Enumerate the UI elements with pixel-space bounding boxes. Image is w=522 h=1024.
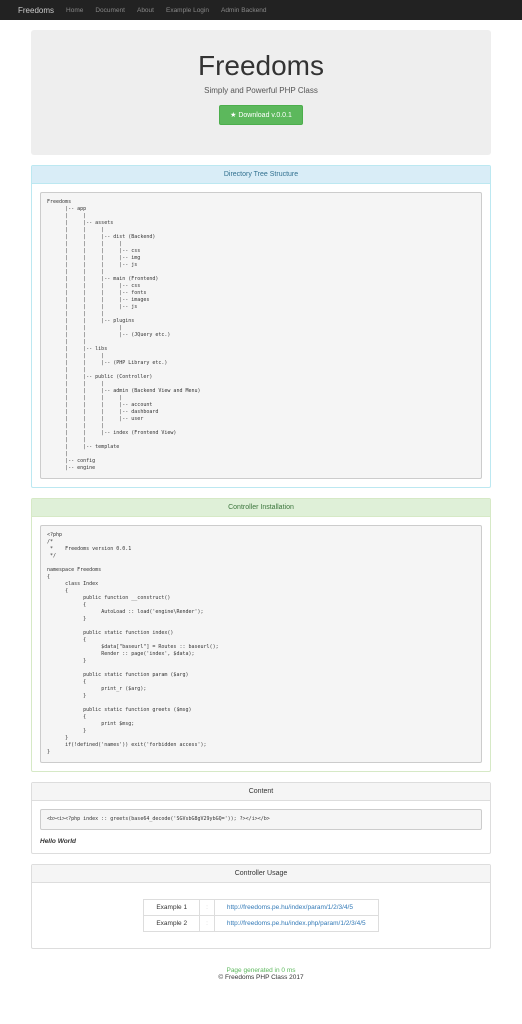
panel-controller-heading: Controller Installation [32, 499, 490, 517]
star-icon: ★ [230, 112, 236, 119]
nav-about[interactable]: About [137, 7, 154, 14]
separator: : [200, 916, 215, 932]
hero: Freedoms Simply and Powerful PHP Class ★… [31, 30, 491, 155]
separator: : [200, 900, 215, 916]
panel-usage-heading: Controller Usage [32, 865, 490, 883]
nav-document[interactable]: Document [95, 7, 125, 14]
table-row: Example 2 : http://freedoms.pe.hu/index.… [144, 916, 378, 932]
usage-table: Example 1 : http://freedoms.pe.hu/index/… [143, 899, 378, 932]
panel-tree: Directory Tree Structure Freedoms |-- ap… [31, 165, 491, 488]
usage-link[interactable]: http://freedoms.pe.hu/index/param/1/2/3/… [227, 904, 353, 911]
panel-content: Content <b><i><?php index :: greets(base… [31, 782, 491, 854]
download-label: Download v.0.0.1 [238, 112, 292, 119]
tree-body: Freedoms |-- app | | | |-- assets | | | … [40, 192, 482, 479]
panel-content-heading: Content [32, 783, 490, 801]
usage-row-label: Example 1 [144, 900, 200, 916]
footer-generated: Page generated in 0 ms [31, 967, 491, 974]
controller-body: <?php /* * Freedoms version 0.0.1 */ nam… [40, 525, 482, 763]
content-result: Hello World [40, 838, 482, 845]
panel-tree-heading: Directory Tree Structure [32, 166, 490, 184]
usage-row-label: Example 2 [144, 916, 200, 932]
footer: Page generated in 0 ms © Freedoms PHP Cl… [31, 967, 491, 981]
download-button[interactable]: ★ Download v.0.0.1 [219, 105, 303, 125]
hero-subtitle: Simply and Powerful PHP Class [31, 86, 491, 95]
nav-admin-backend[interactable]: Admin Backend [221, 7, 267, 14]
content-body: <b><i><?php index :: greets(base64_decod… [40, 809, 482, 830]
panel-controller: Controller Installation <?php /* * Freed… [31, 498, 491, 772]
navbar: Freedoms Home Document About Example Log… [0, 0, 522, 20]
table-row: Example 1 : http://freedoms.pe.hu/index/… [144, 900, 378, 916]
hero-title: Freedoms [31, 50, 491, 82]
navbar-brand[interactable]: Freedoms [18, 6, 54, 15]
nav-example-login[interactable]: Example Login [166, 7, 209, 14]
usage-link[interactable]: http://freedoms.pe.hu/index.php/param/1/… [227, 920, 366, 927]
footer-copyright: © Freedoms PHP Class 2017 [31, 974, 491, 981]
panel-usage: Controller Usage Example 1 : http://free… [31, 864, 491, 949]
nav-home[interactable]: Home [66, 7, 83, 14]
